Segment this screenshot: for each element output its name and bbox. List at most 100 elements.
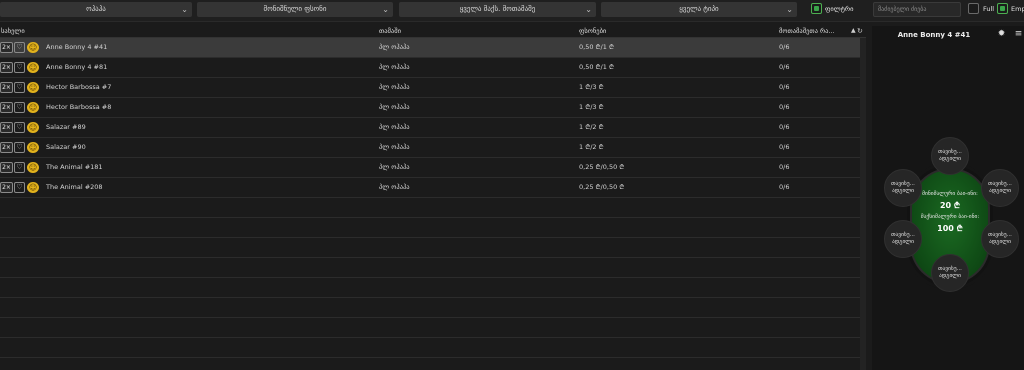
max-players-dropdown-value: ყველა მაქს. მოთამაშე: [459, 5, 536, 13]
empty-row: [0, 318, 860, 338]
smiley-icon: ☺: [27, 82, 39, 93]
column-header-name[interactable]: სახელი: [1, 24, 25, 38]
table-row[interactable]: 2× ♡ ☺ The Animal #208 პლ ოჰაჰა 0,25 ₾/0…: [0, 178, 860, 198]
table-name: Hector Barbossa #7: [46, 83, 112, 91]
sort-up-icon[interactable]: ▲: [851, 24, 856, 38]
table-players: 0/6: [779, 63, 790, 71]
seat-label: ადგილი: [938, 273, 962, 279]
table-row[interactable]: 2× ♡ ☺ The Animal #181 პლ ოჰაჰა 0,25 ₾/0…: [0, 158, 860, 178]
seat-label: ადგილი: [891, 188, 915, 194]
table-game: პლ ოჰაჰა: [379, 183, 410, 191]
search-placeholder: მაძიებელი ძიება: [878, 6, 927, 13]
table-players: 0/6: [779, 163, 790, 171]
refresh-icon[interactable]: ↻: [857, 24, 863, 38]
shield-icon: ♡: [14, 182, 25, 193]
max-buyin-label: მაქსიმალური ბაი-ინი:: [920, 214, 980, 220]
table-game: პლ ოჰაჰა: [379, 83, 410, 91]
empty-row: [0, 278, 860, 298]
empty-row: [0, 198, 860, 218]
table-players: 0/6: [779, 83, 790, 91]
multiplier-badge: 2×: [0, 42, 13, 53]
stakes-dropdown[interactable]: მონიშნული ფსონი ⌄: [197, 2, 393, 17]
multiplier-badge: 2×: [0, 62, 13, 73]
chevron-down-icon: ⌄: [382, 5, 389, 14]
empty-row: [0, 338, 860, 358]
multiplier-badge: 2×: [0, 122, 13, 133]
seat-status: თავისუ...: [988, 181, 1012, 187]
table-stakes: 1 ₾/2 ₾: [579, 143, 604, 151]
table-row[interactable]: 2× ♡ ☺ Salazar #89 პლ ოჰაჰა 1 ₾/2 ₾ 0/6: [0, 118, 860, 138]
table-name: Salazar #89: [46, 123, 86, 131]
chevron-down-icon: ⌄: [786, 5, 793, 14]
table-stakes: 0,50 ₾/1 ₾: [579, 43, 614, 51]
empty-checkbox[interactable]: [997, 3, 1008, 14]
chevron-down-icon: ⌄: [585, 5, 592, 14]
table-game: პლ ოჰაჰა: [379, 163, 410, 171]
seat-label: ადგილი: [938, 156, 962, 162]
stakes-dropdown-value: მონიშნული ფსონი: [263, 5, 327, 13]
gear-icon[interactable]: ✹: [994, 27, 1009, 42]
table-game: პლ ოჰაჰა: [379, 43, 410, 51]
full-checkbox-label: Full: [983, 5, 995, 13]
scrollbar[interactable]: [860, 38, 866, 370]
table-stakes: 0,25 ₾/0,50 ₾: [579, 163, 625, 171]
table-row[interactable]: 2× ♡ ☺ Anne Bonny 4 #41 პლ ოჰაჰა 0,50 ₾/…: [0, 38, 860, 58]
shield-icon: ♡: [14, 82, 25, 93]
multiplier-badge: 2×: [0, 142, 13, 153]
smiley-icon: ☺: [27, 122, 39, 133]
table-row[interactable]: 2× ♡ ☺ Hector Barbossa #7 პლ ოჰაჰა 1 ₾/3…: [0, 78, 860, 98]
table-stakes: 0,25 ₾/0,50 ₾: [579, 183, 625, 191]
max-players-dropdown[interactable]: ყველა მაქს. მოთამაშე ⌄: [399, 2, 596, 17]
empty-seat[interactable]: თავისუ... ადგილი: [981, 169, 1019, 207]
table-stakes: 1 ₾/3 ₾: [579, 103, 604, 111]
filter-bar: ოჰაჰა ⌄ მონიშნული ფსონი ⌄ ყველა მაქს. მო…: [0, 0, 1024, 22]
empty-seat[interactable]: თავისუ... ადგილი: [884, 220, 922, 258]
seat-label: ადგილი: [891, 239, 915, 245]
multiplier-badge: 2×: [0, 182, 13, 193]
seat-status: თავისუ...: [891, 232, 915, 238]
empty-checkbox-label: Emp: [1011, 5, 1024, 13]
empty-row: [0, 358, 860, 370]
table-header: სახელი თამაში ფსონები მოთამაშეთა რა... ▲…: [0, 24, 866, 38]
table-stakes: 0,50 ₾/1 ₾: [579, 63, 614, 71]
search-input[interactable]: მაძიებელი ძიება: [873, 2, 961, 17]
multiplier-badge: 2×: [0, 82, 13, 93]
seat-status: თავისუ...: [938, 266, 962, 272]
shield-icon: ♡: [14, 62, 25, 73]
table-game: პლ ოჰაჰა: [379, 143, 410, 151]
full-checkbox[interactable]: [968, 3, 979, 14]
table-name: Salazar #90: [46, 143, 86, 151]
empty-row: [0, 298, 860, 318]
table-type-dropdown[interactable]: ყველა ტიპი ⌄: [601, 2, 797, 17]
shield-icon: ♡: [14, 122, 25, 133]
table-type-dropdown-value: ყველა ტიპი: [679, 5, 719, 13]
table-name: The Animal #181: [46, 163, 103, 171]
filter-checkbox[interactable]: [811, 3, 822, 14]
empty-seat[interactable]: თავისუ... ადგილი: [981, 220, 1019, 258]
empty-seat[interactable]: თავისუ... ადგილი: [884, 169, 922, 207]
seat-status: თავისუ...: [938, 149, 962, 155]
shield-icon: ♡: [14, 42, 25, 53]
seat-label: ადგილი: [988, 188, 1012, 194]
column-header-game[interactable]: თამაში: [379, 24, 401, 38]
table-game: პლ ოჰაჰა: [379, 63, 410, 71]
smiley-icon: ☺: [27, 142, 39, 153]
seat-label: ადგილი: [988, 239, 1012, 245]
menu-icon[interactable]: ≡: [1011, 27, 1024, 42]
empty-seat[interactable]: თავისუ... ადგილი: [931, 137, 969, 175]
table-row[interactable]: 2× ♡ ☺ Anne Bonny 4 #81 პლ ოჰაჰა 0,50 ₾/…: [0, 58, 860, 78]
table-players: 0/6: [779, 123, 790, 131]
smiley-icon: ☺: [27, 62, 39, 73]
empty-seat[interactable]: თავისუ... ადგილი: [931, 254, 969, 292]
game-type-dropdown[interactable]: ოჰაჰა ⌄: [0, 2, 192, 17]
filter-checkbox-label: ფილტრი: [825, 5, 854, 13]
column-header-stakes[interactable]: ფსონები: [579, 24, 606, 38]
table-row[interactable]: 2× ♡ ☺ Hector Barbossa #8 პლ ოჰაჰა 1 ₾/3…: [0, 98, 860, 118]
shield-icon: ♡: [14, 162, 25, 173]
multiplier-badge: 2×: [0, 162, 13, 173]
multiplier-badge: 2×: [0, 102, 13, 113]
empty-row: [0, 218, 860, 238]
seat-status: თავისუ...: [891, 181, 915, 187]
table-row[interactable]: 2× ♡ ☺ Salazar #90 პლ ოჰაჰა 1 ₾/2 ₾ 0/6: [0, 138, 860, 158]
column-header-players[interactable]: მოთამაშეთა რა...: [779, 24, 835, 38]
